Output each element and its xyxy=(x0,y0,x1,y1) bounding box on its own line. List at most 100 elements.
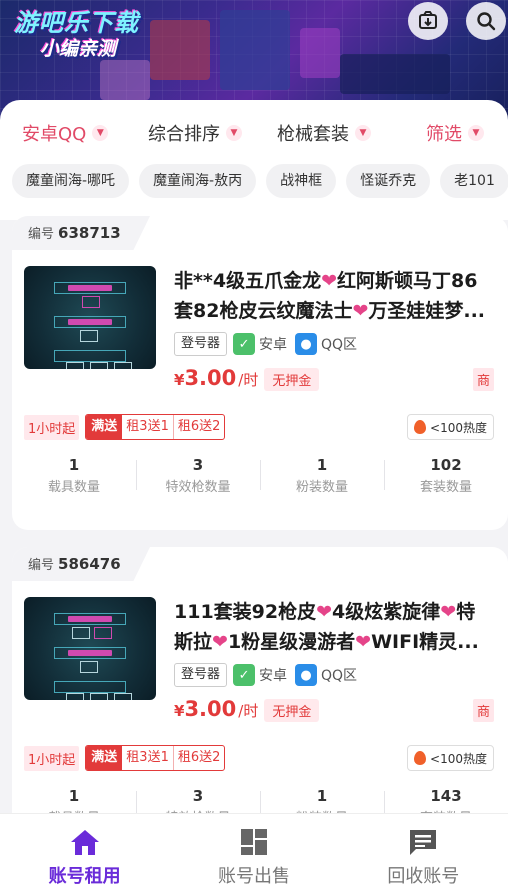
price-currency: ¥ xyxy=(174,371,185,389)
heat-label: <100热度 xyxy=(430,420,487,435)
listing-card[interactable]: 编号 586476 111套装92枪皮❤4级炫紫旋律❤特斯拉❤1粉星级漫游者❤WI… xyxy=(12,547,508,847)
search-icon xyxy=(477,12,496,31)
login-tool-badge: 登号器 xyxy=(174,663,228,687)
filter-screen-label: 筛选 xyxy=(426,124,462,145)
filter-panel xyxy=(0,100,508,220)
message-icon xyxy=(410,830,437,855)
stat-label: 套装数量 xyxy=(419,480,472,495)
android-icon: ✓ xyxy=(233,333,256,355)
nav-sell-label: 账号出售 xyxy=(217,866,290,887)
stat-value: 3 xyxy=(192,456,204,474)
tag-chip[interactable]: 战神框 xyxy=(266,164,337,198)
heart-icon: ❤ xyxy=(355,631,372,653)
title-part: 非**4级五爪金龙 xyxy=(174,270,322,292)
tag-chip[interactable]: 怪诞乔克 xyxy=(346,164,431,198)
min-hours-badge: 1小时起 xyxy=(24,414,80,440)
merchant-badge: 商 xyxy=(472,368,494,391)
listing-title: 非**4级五爪金龙❤红阿斯顿马丁86套82枪皮云纹魔法士❤万圣娃娃梦... xyxy=(174,266,494,326)
stat-value: 3 xyxy=(192,787,204,805)
region-label: QQ区 xyxy=(321,668,358,684)
login-tool-badge: 登号器 xyxy=(174,332,228,356)
filter-category-label: 枪械套装 xyxy=(277,124,349,145)
price-currency: ¥ xyxy=(174,702,185,720)
listing-badges: 登号器 ✓ 安卓 ● QQ区 xyxy=(174,663,357,687)
tag-chip[interactable]: 魔童闹海-哪吒 xyxy=(12,164,130,198)
logo-line1: 游吧乐下载 xyxy=(14,9,139,37)
stat-label: 特效枪数量 xyxy=(165,480,231,495)
heat-badge: <100热度 xyxy=(407,745,494,771)
nav-sell[interactable]: 账号出售 xyxy=(169,814,338,891)
promo-item: 租6送2 xyxy=(177,750,221,765)
listing-id: 编号 638713 xyxy=(12,216,150,250)
listing-stats: 1 载具数量 3 特效枪数量 1 粉装数量 102 套装数量 xyxy=(12,456,508,495)
filter-category[interactable]: 枪械套装 ▼ xyxy=(277,120,371,146)
nav-recycle[interactable]: 回收账号 xyxy=(339,814,508,891)
tag-chip[interactable]: 魔童闹海-敖丙 xyxy=(139,164,257,198)
promo-label: 满送 xyxy=(86,746,123,770)
platform-label: 安卓 xyxy=(259,337,288,353)
filter-sort[interactable]: 综合排序 ▼ xyxy=(148,120,242,146)
title-part: 万圣娃娃梦... xyxy=(368,300,486,322)
listing-thumbnail xyxy=(24,266,156,369)
deposit-badge: 无押金 xyxy=(264,368,320,391)
region-label: QQ区 xyxy=(321,337,358,353)
merchant-badge: 商 xyxy=(472,699,494,722)
stat-value: 1 xyxy=(316,787,328,805)
tag-row: 魔童闹海-哪吒 魔童闹海-敖丙 战神框 怪诞乔克 老101 xyxy=(12,164,508,200)
filter-platform[interactable]: 安卓QQ ▼ xyxy=(22,120,109,146)
share-icon xyxy=(419,11,437,29)
stat-label: 粉装数量 xyxy=(295,480,348,495)
deposit-badge: 无押金 xyxy=(264,699,320,722)
stat-effect-guns: 3 特效枪数量 xyxy=(136,456,260,495)
listing-id-label: 编号 xyxy=(28,558,55,573)
filter-platform-label: 安卓QQ xyxy=(22,124,87,145)
stat-value: 143 xyxy=(430,787,462,805)
filter-row: 安卓QQ ▼ 综合排序 ▼ 枪械套装 ▼ 筛选 ▼ xyxy=(0,120,508,152)
listing-id: 编号 586476 xyxy=(12,547,150,581)
flame-icon xyxy=(414,751,427,765)
nav-recycle-label: 回收账号 xyxy=(387,866,460,887)
stat-value: 1 xyxy=(68,456,80,474)
filter-funnel-icon: ▼ xyxy=(468,125,484,141)
title-part: 111套装92枪皮 xyxy=(174,601,317,623)
stat-pink-outfits: 1 粉装数量 xyxy=(260,456,384,495)
heat-badge: <100热度 xyxy=(407,414,494,440)
android-icon: ✓ xyxy=(233,664,256,686)
filter-sort-label: 综合排序 xyxy=(148,124,220,145)
listing-id-value: 586476 xyxy=(58,555,121,573)
heart-icon: ❤ xyxy=(440,601,457,623)
promo-row: 1小时起 满送 租3送1 租6送2 xyxy=(24,414,226,440)
price-unit: /时 xyxy=(238,371,259,389)
search-button[interactable] xyxy=(466,2,506,40)
filter-screen[interactable]: 筛选 ▼ xyxy=(426,120,484,146)
tag-chip[interactable]: 老101 xyxy=(440,164,508,198)
chevron-down-icon: ▼ xyxy=(226,125,242,141)
listing-title: 111套装92枪皮❤4级炫紫旋律❤特斯拉❤1粉星级漫游者❤WIFI精灵... xyxy=(174,597,494,657)
nav-rent[interactable]: 账号租用 xyxy=(0,814,169,891)
heat-label: <100热度 xyxy=(430,751,487,766)
app-logo: 游吧乐下载 小编亲测 xyxy=(14,10,139,62)
price-value: 3.00 xyxy=(184,697,237,721)
title-part: 4级炫紫旋律 xyxy=(332,601,441,623)
stat-value: 1 xyxy=(68,787,80,805)
qq-icon: ● xyxy=(295,664,318,686)
share-button[interactable] xyxy=(408,2,448,40)
stat-label: 载具数量 xyxy=(47,480,100,495)
heart-icon: ❤ xyxy=(352,300,369,322)
bottom-nav: 账号租用 账号出售 回收账号 xyxy=(0,813,508,891)
promo-item: 租6送2 xyxy=(177,419,221,434)
listing-badges: 登号器 ✓ 安卓 ● QQ区 xyxy=(174,332,357,356)
min-hours-badge: 1小时起 xyxy=(24,745,80,771)
heart-icon: ❤ xyxy=(321,270,338,292)
logo-line2: 小编亲测 xyxy=(40,38,117,60)
dashboard-icon xyxy=(240,829,267,855)
title-part: WIFI精灵... xyxy=(371,631,479,653)
heart-icon: ❤ xyxy=(212,631,228,653)
stat-value: 1 xyxy=(316,456,328,474)
chevron-down-icon: ▼ xyxy=(355,125,371,141)
listing-card[interactable]: 编号 638713 非**4级五爪金龙❤红阿斯顿马丁86套82枪皮云纹魔法士❤万圣… xyxy=(12,216,508,530)
promo-box: 满送 租3送1 租6送2 xyxy=(85,414,226,440)
promo-item: 租3送1 xyxy=(122,746,174,770)
promo-row: 1小时起 满送 租3送1 租6送2 xyxy=(24,745,226,771)
price-unit: /时 xyxy=(238,702,259,720)
